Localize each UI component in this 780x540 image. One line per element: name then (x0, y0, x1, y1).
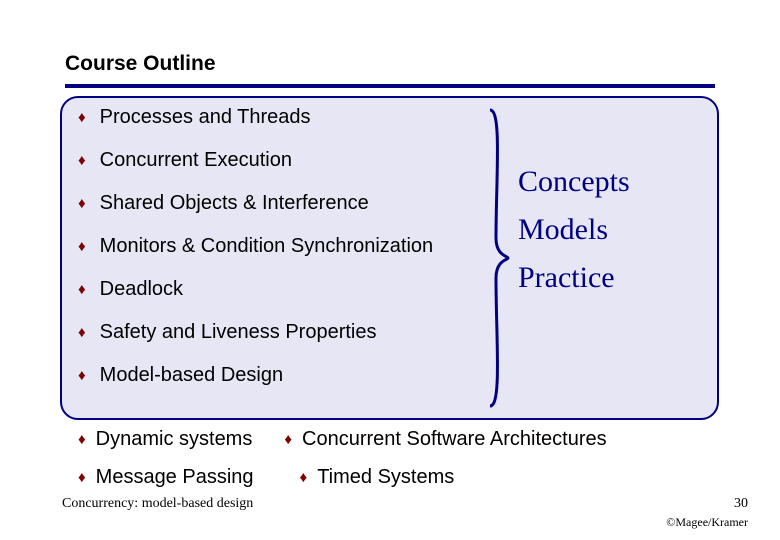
concepts-label: Concepts (518, 158, 630, 206)
list-item-label: Dynamic systems (96, 428, 253, 451)
title-underline (65, 84, 715, 88)
list-item: ♦ Dynamic systems (78, 428, 252, 451)
diamond-icon: ♦ (78, 153, 86, 168)
slide-title: Course Outline (65, 52, 216, 76)
list-item-label: Model-based Design (100, 364, 283, 387)
diamond-icon: ♦ (78, 325, 86, 340)
diamond-icon: ♦ (78, 196, 86, 211)
practice-label: Practice (518, 254, 630, 302)
list-item: ♦ Deadlock (78, 278, 433, 301)
diamond-icon: ♦ (78, 110, 86, 125)
list-item-label: Concurrent Execution (100, 149, 292, 172)
topic-list: ♦ Processes and Threads ♦ Concurrent Execu… (78, 106, 433, 407)
page-number: 30 (734, 496, 748, 512)
list-item-label: Processes and Threads (100, 106, 311, 129)
extra-row-2: ♦ Message Passing ♦ Timed Systems (78, 466, 454, 489)
diamond-icon: ♦ (78, 470, 86, 485)
list-item: ♦ Concurrent Execution (78, 149, 433, 172)
list-item: ♦ Concurrent Software Architectures (284, 428, 606, 451)
list-item-label: Safety and Liveness Properties (100, 321, 377, 344)
footer-left: Concurrency: model-based design (62, 496, 253, 512)
diamond-icon: ♦ (78, 432, 86, 447)
diamond-icon: ♦ (78, 368, 86, 383)
list-item-label: Timed Systems (317, 466, 454, 489)
list-item: ♦ Timed Systems (300, 466, 455, 489)
list-item: ♦ Model-based Design (78, 364, 433, 387)
category-labels: Concepts Models Practice (518, 158, 630, 302)
curly-brace-icon (488, 108, 510, 408)
models-label: Models (518, 206, 630, 254)
list-item-label: Concurrent Software Architectures (302, 428, 607, 451)
list-item-label: Deadlock (100, 278, 183, 301)
list-item: ♦ Monitors & Condition Synchronization (78, 235, 433, 258)
list-item: ♦ Safety and Liveness Properties (78, 321, 433, 344)
diamond-icon: ♦ (78, 282, 86, 297)
list-item-label: Monitors & Condition Synchronization (100, 235, 434, 258)
list-item-label: Message Passing (96, 466, 254, 489)
list-item: ♦ Shared Objects & Interference (78, 192, 433, 215)
list-item: ♦ Message Passing (78, 466, 254, 489)
diamond-icon: ♦ (284, 432, 292, 447)
list-item-label: Shared Objects & Interference (100, 192, 369, 215)
diamond-icon: ♦ (300, 470, 308, 485)
slide: Course Outline ♦ Processes and Threads ♦ C… (0, 0, 780, 540)
extra-row-1: ♦ Dynamic systems ♦ Concurrent Software Ar… (78, 428, 607, 451)
copyright: ©Magee/Kramer (666, 515, 748, 530)
list-item: ♦ Processes and Threads (78, 106, 433, 129)
diamond-icon: ♦ (78, 239, 86, 254)
